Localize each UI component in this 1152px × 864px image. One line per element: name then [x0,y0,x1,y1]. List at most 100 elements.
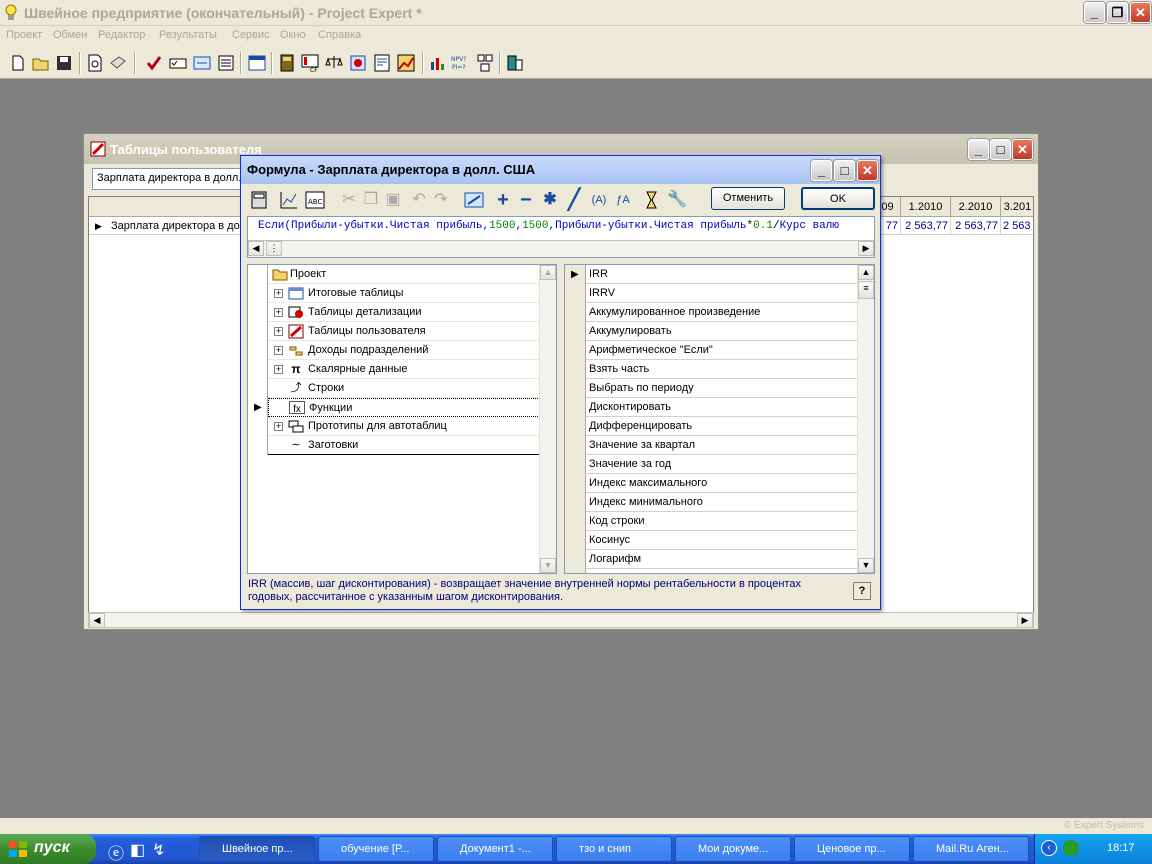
new-file-icon[interactable] [8,53,28,73]
formula-scrollbar[interactable]: ◀ ⋮ ▶ [248,240,874,257]
function-item[interactable]: Косинус [586,531,858,550]
restore-button[interactable]: ❐ [1107,2,1128,23]
tree-item-project[interactable]: Проект [268,265,540,284]
tree-item-functions[interactable]: fx Функции [268,398,540,417]
formula-editor[interactable]: Если(Прибыли-убытки.Чистая прибыль,1500,… [247,216,875,258]
check-icon[interactable] [144,53,164,73]
ledger-icon[interactable] [277,53,297,73]
function-item[interactable]: Арифметическое "Если" [586,341,858,360]
taskbar-button[interactable]: тзо и снип [556,836,672,862]
redo-icon[interactable]: ↷ [431,190,451,210]
ok-button[interactable]: OK [801,187,875,210]
chart-icon[interactable] [396,53,416,73]
cashflow-icon[interactable]: CF [300,53,320,73]
clock[interactable]: 18:17 [1107,842,1135,854]
taskbar-button[interactable]: Мои докуме... [675,836,791,862]
browser-icon[interactable]: ⓔ [108,840,126,863]
menu-exchange[interactable]: Обмен [53,29,87,41]
formula-text[interactable]: Если(Прибыли-убытки.Чистая прибыль,1500,… [258,220,873,232]
dialog-close-button[interactable]: ✕ [857,160,878,181]
tree-item-division-income[interactable]: + Доходы подразделений [268,341,540,360]
cell-value[interactable]: 2 563,77 [950,217,1000,235]
transfer-icon[interactable] [192,53,212,73]
insert-table-icon[interactable] [464,190,484,210]
network-icon[interactable] [1063,840,1079,856]
function-item[interactable]: Значение за квартал [586,436,858,455]
table-selector[interactable]: Зарплата директора в долл. С [92,168,250,190]
calculator-icon[interactable] [249,190,269,210]
menu-service[interactable]: Сервис [232,29,270,41]
expand-icon[interactable]: + [274,346,283,355]
taskbar-button[interactable]: обучение [Р... [318,836,434,862]
taskbar-button[interactable]: Швейное пр... [199,836,315,862]
menu-editor[interactable]: Редактор [98,29,145,41]
function-item[interactable]: Код строки [586,512,858,531]
function-item[interactable]: Индекс максимального [586,474,858,493]
expand-icon[interactable]: + [274,289,283,298]
menu-project[interactable]: Проект [6,29,42,41]
function-item[interactable]: Взять часть [586,360,858,379]
cut-icon[interactable]: ✂ [339,190,359,210]
function-item[interactable]: Выбрать по периоду [586,379,858,398]
menu-help[interactable]: Справка [318,29,361,41]
horizontal-scrollbar[interactable]: ◀ ▶ [88,612,1034,628]
scroll-thumb[interactable]: ≡ [858,281,874,299]
print-icon[interactable] [108,53,128,73]
expand-icon[interactable]: + [274,422,283,431]
cell-value[interactable]: 2 563 [1000,217,1034,235]
scroll-right-icon[interactable]: ▶ [858,241,874,256]
tree-item-prototypes[interactable]: + Прототипы для автотаблиц [268,417,540,436]
start-button[interactable]: пуск [0,834,96,864]
scroll-left-icon[interactable]: ◀ [89,613,105,628]
functions-scrollbar[interactable]: ▲ ≡ ▼ [857,265,874,573]
bar-chart-icon[interactable] [428,53,448,73]
document-list-icon[interactable] [216,53,236,73]
column-header[interactable]: 1.2010 [900,197,950,217]
divide-icon[interactable]: ╱ [564,190,584,210]
tree-item-templates[interactable]: ∼ Заготовки [268,436,540,455]
npv-pi-icon[interactable]: NPV?PI=? [450,53,470,73]
expand-icon[interactable]: + [274,327,283,336]
menu-window[interactable]: Окно [280,29,306,41]
taskbar-button[interactable]: Документ1 -... [437,836,553,862]
multiply-icon[interactable]: ✱ [540,190,560,210]
abc-check-icon[interactable]: ABC [305,190,325,210]
function-item[interactable]: Логарифм [586,550,858,569]
function-item[interactable]: Значение за год [586,455,858,474]
tree-item-detail-tables[interactable]: + Таблицы детализации [268,303,540,322]
close-button[interactable]: ✕ [1130,2,1151,23]
function-item[interactable]: Дисконтировать [586,398,858,417]
balance-scale-icon[interactable] [324,53,344,73]
tree-item-summary-tables[interactable]: + Итоговые таблицы [268,284,540,303]
scroll-down-icon[interactable]: ▼ [858,558,874,573]
minimize-button[interactable]: _ [1084,2,1105,23]
function-item[interactable]: IRRV [586,284,858,303]
checklist-icon[interactable] [168,53,188,73]
database-icon[interactable] [505,53,525,73]
function-item[interactable]: Индекс минимального [586,493,858,512]
undo-icon[interactable]: ↶ [409,190,429,210]
scroll-right-icon[interactable]: ▶ [1017,613,1033,628]
plus-icon[interactable]: + [493,190,513,210]
scroll-left-icon[interactable]: ◀ [248,241,264,256]
column-header[interactable]: 3.201 [1000,197,1034,217]
function-item[interactable]: Дифференцировать [586,417,858,436]
scroll-up-icon[interactable]: ▲ [540,265,556,280]
scroll-thumb[interactable]: ⋮ [266,241,282,256]
open-folder-icon[interactable] [31,53,51,73]
function-item[interactable]: Аккумулировать [586,322,858,341]
save-icon[interactable] [54,53,74,73]
user-tables-close-button[interactable]: ✕ [1012,139,1033,160]
column-header[interactable]: 2.2010 [950,197,1000,217]
report-icon[interactable] [372,53,392,73]
window-icon[interactable] [247,53,267,73]
calculator-icon[interactable] [348,53,368,73]
user-tables-maximize-button[interactable]: □ [990,139,1011,160]
tree-item-rows[interactable]: ⤴ Строки [268,379,540,398]
dialog-minimize-button[interactable]: _ [811,160,832,181]
media-icon[interactable]: ↯ [152,840,170,859]
expand-icon[interactable]: + [274,308,283,317]
insert-function-icon[interactable]: ƒA [613,190,633,210]
expand-icon[interactable]: + [274,365,283,374]
brackets-icon[interactable]: (A) [589,190,609,210]
